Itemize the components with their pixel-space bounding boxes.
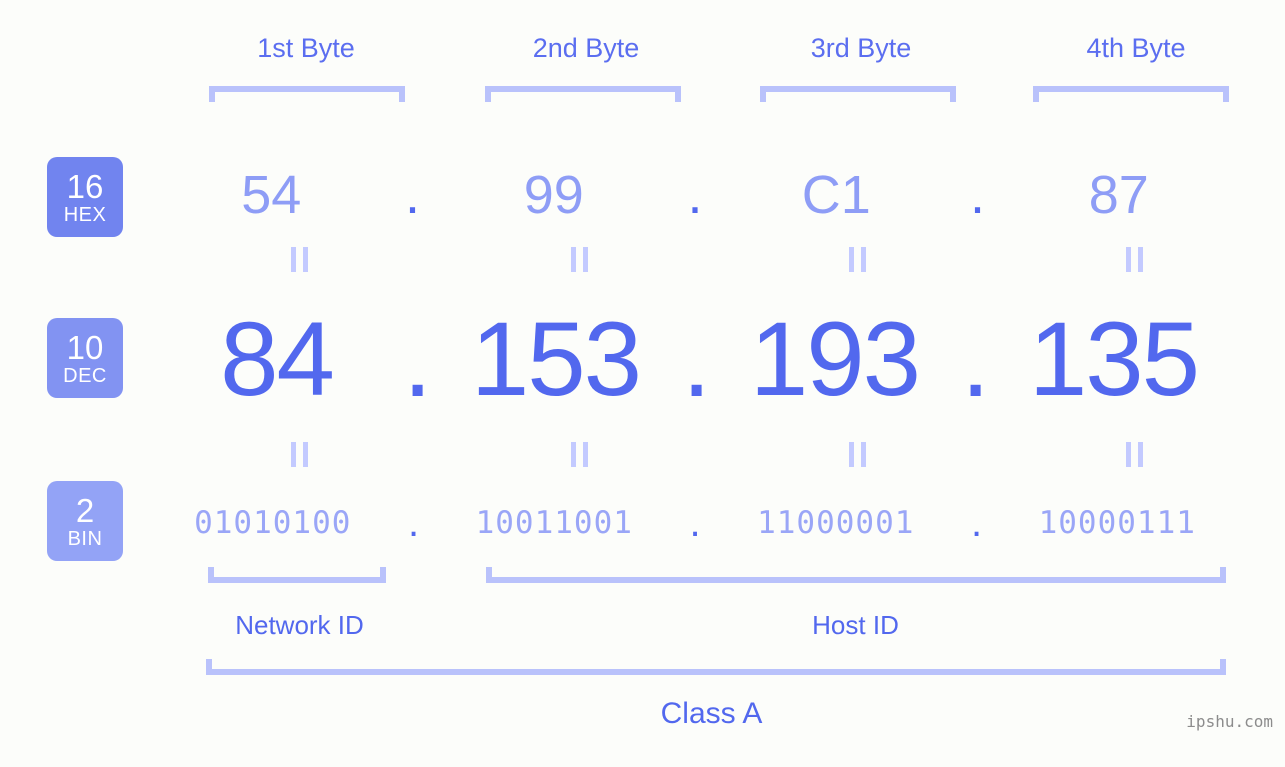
network-id-label: Network ID (235, 610, 364, 640)
equals-hex-dec-3 (849, 247, 866, 272)
bin-octet-3: 11000001 (757, 505, 915, 541)
equals-hex-dec-4 (1126, 247, 1143, 272)
equals-dec-bin-2 (571, 442, 588, 467)
byte-bracket-2 (485, 86, 681, 102)
base-badge-bin-number: 2 (75, 491, 95, 529)
hex-octet-1: 54 (241, 165, 302, 225)
base-badge-hex-name: HEX (63, 203, 107, 226)
equals-dec-bin-4 (1126, 442, 1143, 467)
byte-bracket-3 (760, 86, 956, 102)
host-id-bracket (486, 567, 1226, 583)
dec-separator-1: . (403, 301, 433, 419)
byte-bracket-1 (209, 86, 405, 102)
network-id-bracket (208, 567, 386, 583)
watermark: ipshu.com (1186, 712, 1273, 731)
equals-hex-dec-1 (291, 247, 308, 272)
byte-label-3: 3rd Byte (810, 33, 912, 63)
equals-dec-bin-1 (291, 442, 308, 467)
hex-separator-2: . (687, 164, 703, 225)
byte-label-1: 1st Byte (257, 33, 355, 63)
hex-value-row: 54 . 99 . C1 . 87 (150, 155, 1240, 235)
binary-value-row: 01010100 . 10011001 . 11000001 . 1000011… (150, 495, 1240, 551)
dec-octet-4: 135 (1028, 301, 1200, 418)
bin-separator-2: . (689, 501, 701, 545)
base-badge-hex: 16 HEX (47, 157, 123, 237)
equals-dec-bin-3 (849, 442, 866, 467)
byte-label-4: 4th Byte (1086, 33, 1186, 63)
base-badge-dec-number: 10 (66, 328, 104, 366)
hex-octet-2: 99 (523, 165, 584, 225)
byte-label-2: 2nd Byte (532, 33, 640, 63)
byte-bracket-4 (1033, 86, 1229, 102)
hex-separator-1: . (404, 164, 420, 225)
base-badge-bin-name: BIN (67, 527, 103, 550)
bin-octet-1: 01010100 (194, 505, 352, 541)
bin-separator-3: . (970, 501, 983, 545)
dec-octet-2: 153 (470, 301, 642, 418)
hex-separator-3: . (969, 164, 985, 225)
equals-hex-dec-2 (571, 247, 588, 272)
dec-separator-3: . (961, 301, 991, 419)
base-badge-dec-name: DEC (63, 364, 107, 387)
dec-octet-1: 84 (220, 301, 335, 418)
base-badge-dec: 10 DEC (47, 318, 123, 398)
class-label: Class A (660, 697, 763, 730)
hex-octet-4: 87 (1088, 165, 1149, 225)
bin-octet-4: 10000111 (1038, 505, 1196, 541)
base-badge-hex-number: 16 (66, 167, 104, 205)
bin-separator-1: . (407, 501, 420, 545)
bin-octet-2: 10011001 (475, 505, 633, 541)
host-id-label: Host ID (812, 610, 899, 640)
ip-address-breakdown-diagram: 1st Byte 2nd Byte 3rd Byte 4th Byte 16 H… (0, 0, 1285, 767)
dec-separator-2: . (682, 301, 712, 419)
base-badge-bin: 2 BIN (47, 481, 123, 561)
hex-octet-3: C1 (801, 165, 871, 225)
class-bracket (206, 659, 1226, 675)
decimal-value-row: 84 . 153 . 193 . 135 (150, 300, 1240, 420)
dec-octet-3: 193 (749, 301, 921, 418)
